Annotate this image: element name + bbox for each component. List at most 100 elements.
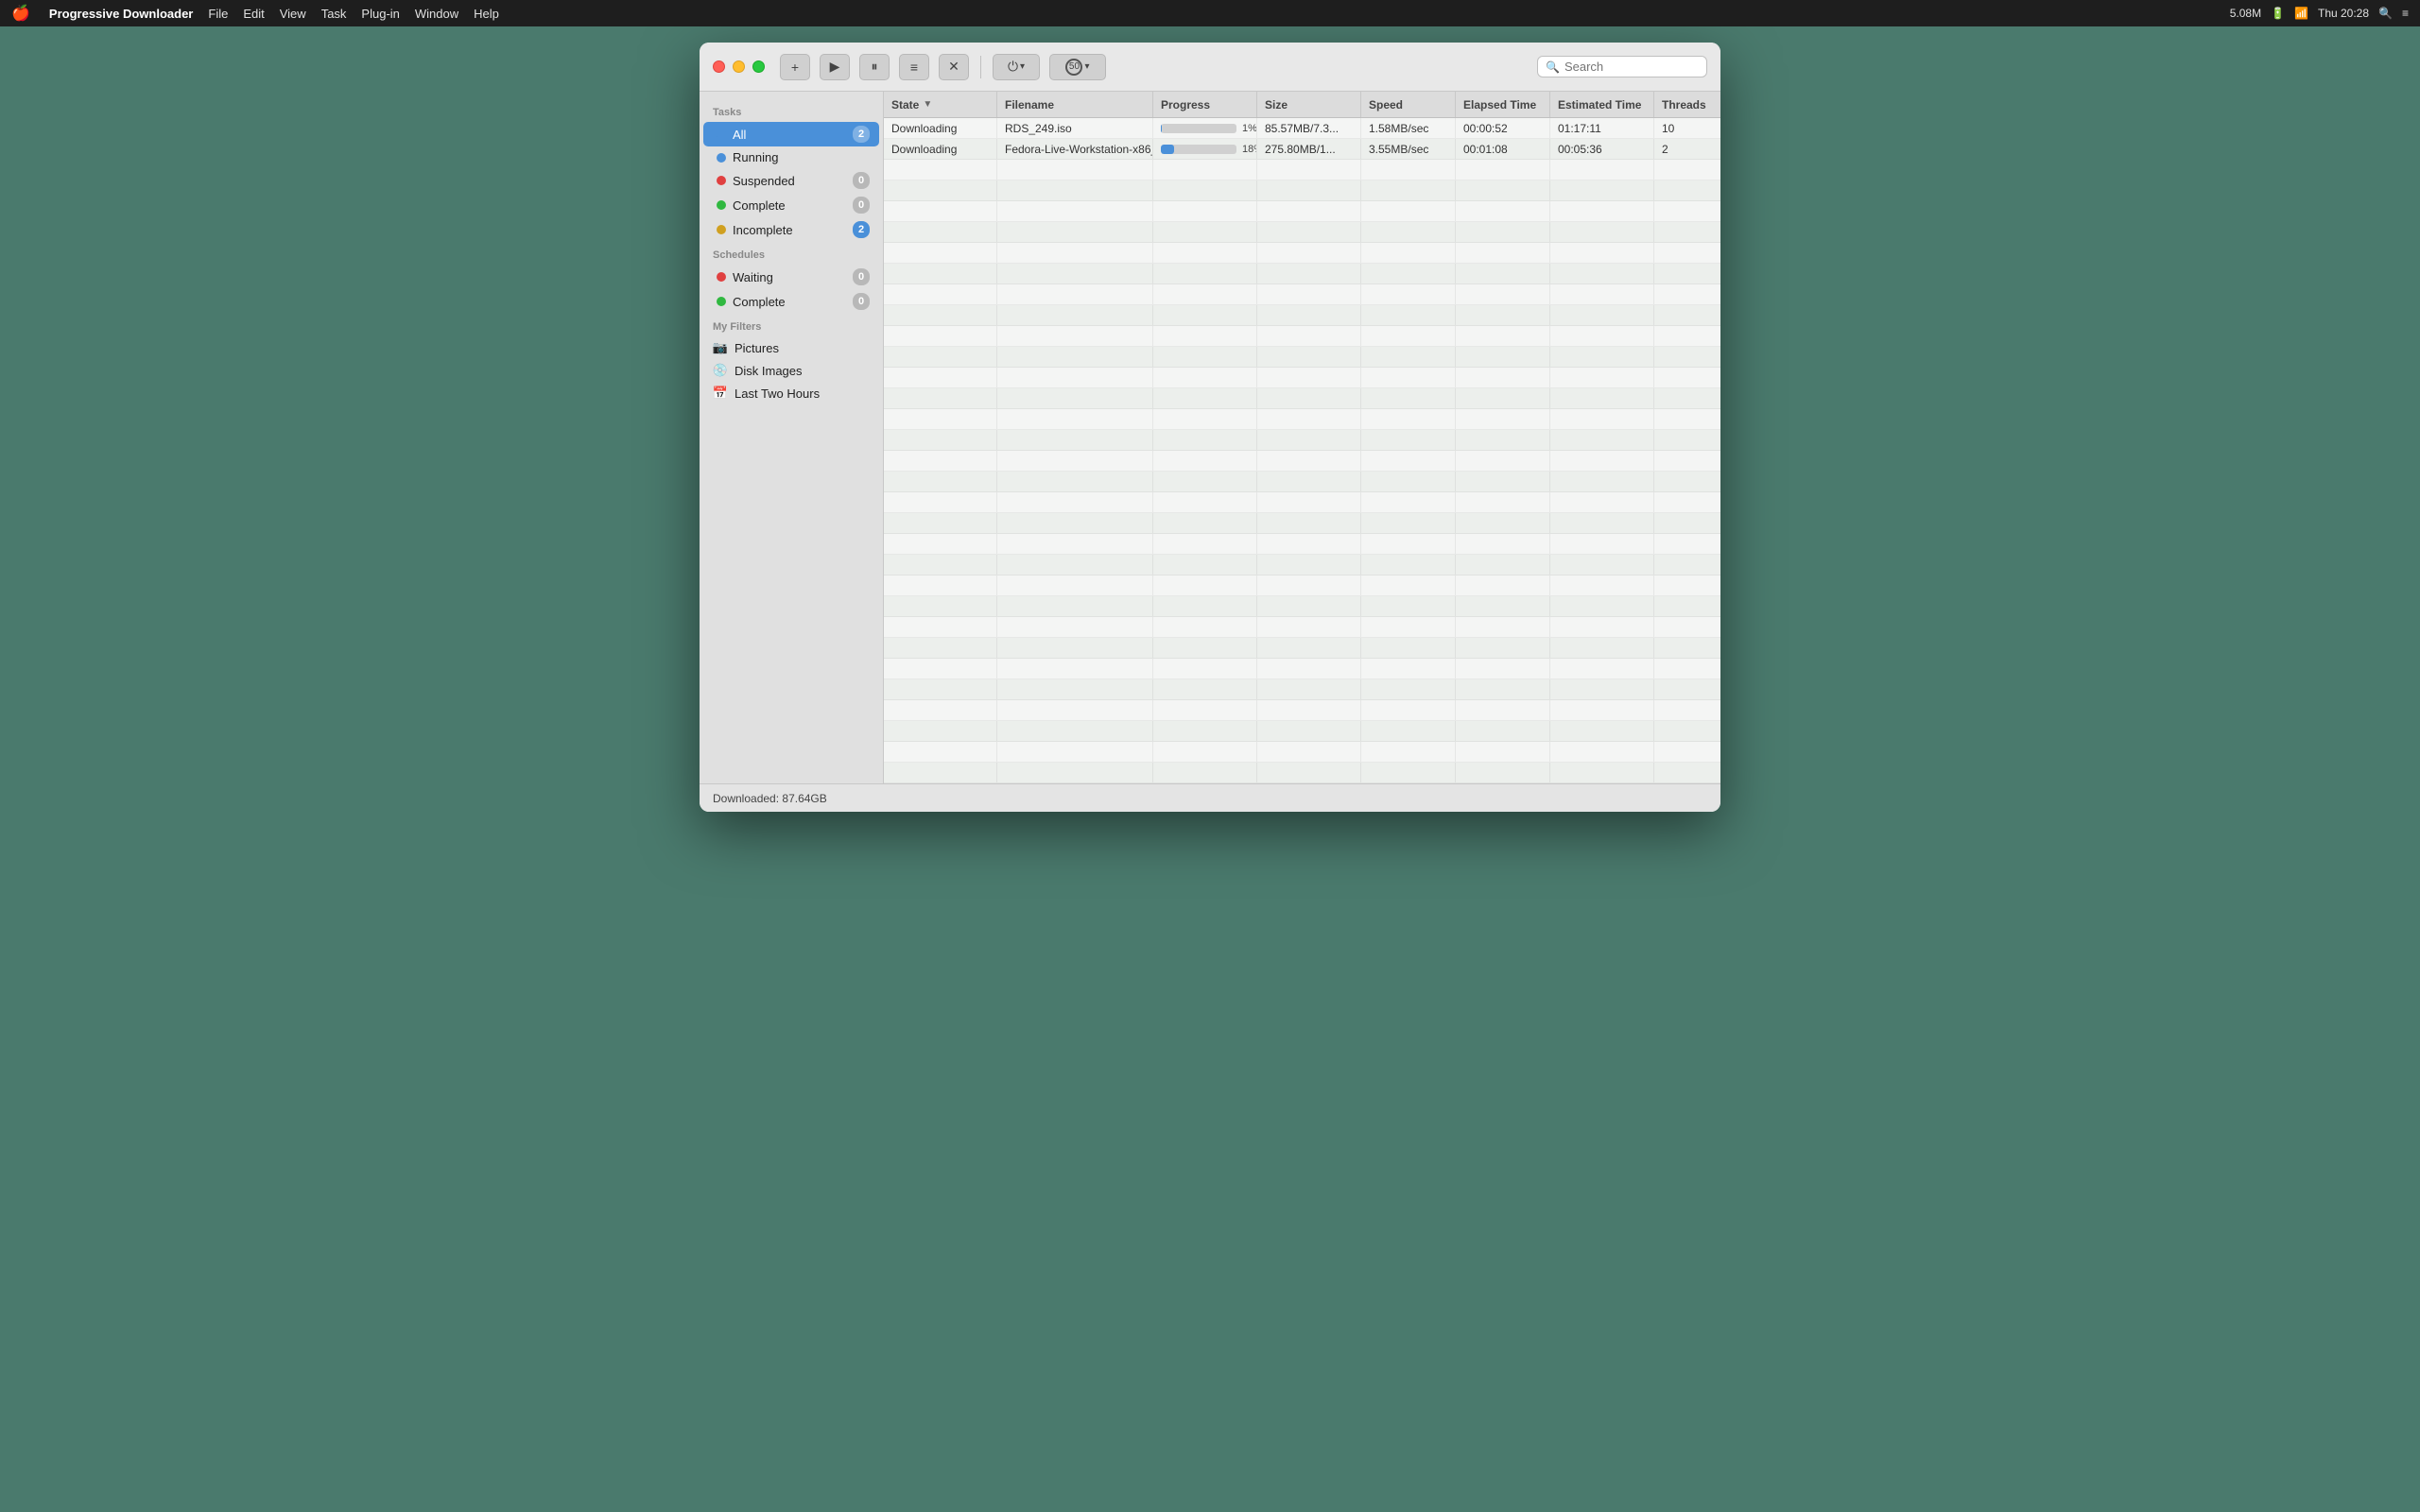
speed-limit-button[interactable]: 50 ▾ [1049,54,1106,80]
menubar: 🍎 Progressive Downloader File Edit View … [0,0,2420,26]
filter-pictures[interactable]: 📷 Pictures [700,336,883,359]
power-dropdown-icon: ▾ [1020,61,1025,72]
search-box: 🔍 [1537,56,1707,77]
menu-help[interactable]: Help [474,7,499,21]
table-row-empty [884,264,1720,284]
menu-plugin[interactable]: Plug-in [361,7,399,21]
app-window: + ▶ ⏸ ≡ ✕ ⏻ ▾ 50 ▾ 🔍 [700,43,1720,812]
menu-task[interactable]: Task [321,7,347,21]
sidebar-item-running[interactable]: Running [703,146,879,168]
table-row-empty [884,201,1720,222]
titlebar: + ▶ ⏸ ≡ ✕ ⏻ ▾ 50 ▾ 🔍 [700,43,1720,92]
table-row[interactable]: Downloading Fedora-Live-Workstation-x86_… [884,139,1720,160]
table-header: State ▼ Filename Progress Size Speed Ela… [884,92,1720,118]
column-estimated[interactable]: Estimated Time [1550,92,1654,117]
pictures-icon: 📷 [713,340,728,355]
progress-bar-container-0 [1161,124,1236,133]
table-row-empty [884,243,1720,264]
estimated-header-label: Estimated Time [1558,98,1641,112]
waiting-badge: 0 [853,268,870,285]
table-row-empty [884,576,1720,596]
toolbar-separator-1 [980,56,981,78]
app-name[interactable]: Progressive Downloader [49,7,193,21]
cell-estimated-1: 00:05:36 [1550,139,1654,159]
table-row[interactable]: Downloading RDS_249.iso 1% 85.57MB/7.3..… [884,118,1720,139]
all-badge: 2 [853,126,870,143]
column-state[interactable]: State ▼ [884,92,997,117]
table-row-empty [884,180,1720,201]
suspended-badge: 0 [853,172,870,189]
search-icon: 🔍 [1546,60,1560,74]
play-button[interactable]: ▶ [820,54,850,80]
sidebar-item-suspended[interactable]: Suspended 0 [703,168,879,193]
table-row-empty [884,160,1720,180]
sidebar-item-incomplete-label: Incomplete [733,223,846,237]
table-row-empty [884,284,1720,305]
sidebar-item-running-label: Running [733,150,870,164]
minimize-button[interactable] [733,60,745,73]
column-progress[interactable]: Progress [1153,92,1257,117]
close-button[interactable] [713,60,725,73]
table-row-empty [884,472,1720,492]
status-bar: Downloaded: 87.64GB [700,783,1720,812]
sidebar-item-incomplete[interactable]: Incomplete 2 [703,217,879,242]
sidebar-item-all[interactable]: All 2 [703,122,879,146]
battery-icon: 🔋 [2271,7,2285,20]
search-menubar-icon[interactable]: 🔍 [2378,7,2393,20]
sort-arrow-icon: ▼ [923,99,932,110]
search-input[interactable] [1564,60,1699,74]
table-row-empty [884,409,1720,430]
table-row-empty [884,700,1720,721]
column-speed[interactable]: Speed [1361,92,1456,117]
size-header-label: Size [1265,98,1288,112]
control-center-icon[interactable]: ≡ [2402,7,2409,20]
add-button[interactable]: + [780,54,810,80]
filter-disk-images[interactable]: 💿 Disk Images [700,359,883,382]
cell-progress-1: 18% [1153,139,1257,159]
remove-button[interactable]: ✕ [939,54,969,80]
suspended-dot [717,176,726,185]
complete-dot [717,200,726,210]
table-row-empty [884,347,1720,368]
column-size[interactable]: Size [1257,92,1361,117]
table-row-empty [884,617,1720,638]
sidebar-item-waiting-label: Waiting [733,270,846,284]
progress-text-1: 18% [1242,144,1257,155]
sidebar-item-waiting[interactable]: Waiting 0 [703,265,879,289]
maximize-button[interactable] [752,60,765,73]
column-threads[interactable]: Threads [1654,92,1720,117]
sidebar-item-sched-complete[interactable]: Complete 0 [703,289,879,314]
column-filename[interactable]: Filename [997,92,1153,117]
table-row-empty [884,534,1720,555]
cell-state-1: Downloading [884,139,997,159]
sched-complete-dot [717,297,726,306]
table-row-empty [884,222,1720,243]
speed-dropdown-icon: ▾ [1084,61,1089,72]
menu-file[interactable]: File [208,7,228,21]
cell-elapsed-1: 00:01:08 [1456,139,1550,159]
apple-menu[interactable]: 🍎 [11,4,30,23]
table-area: State ▼ Filename Progress Size Speed Ela… [884,92,1720,783]
sidebar-item-complete[interactable]: Complete 0 [703,193,879,217]
table-row-empty [884,659,1720,679]
filter-last-two-hours[interactable]: 📅 Last Two Hours [700,382,883,404]
sidebar-item-sched-complete-label: Complete [733,295,846,309]
menu-window[interactable]: Window [415,7,458,21]
table-row-empty [884,721,1720,742]
tasks-section-label: Tasks [700,99,883,122]
progress-bar-fill-1 [1161,145,1174,154]
menu-view[interactable]: View [280,7,306,21]
power-button[interactable]: ⏻ ▾ [993,54,1040,80]
table-row-empty [884,638,1720,659]
list-button[interactable]: ≡ [899,54,929,80]
state-header-label: State [891,98,919,112]
download-speed-indicator: 5.08M [2230,7,2261,20]
menu-edit[interactable]: Edit [243,7,264,21]
table-row-empty [884,742,1720,763]
complete-badge: 0 [853,197,870,214]
column-elapsed[interactable]: Elapsed Time [1456,92,1550,117]
incomplete-dot [717,225,726,234]
main-content: Tasks All 2 Running Suspended 0 Complete… [700,92,1720,783]
plus-icon: + [791,60,799,75]
pause-button[interactable]: ⏸ [859,54,890,80]
